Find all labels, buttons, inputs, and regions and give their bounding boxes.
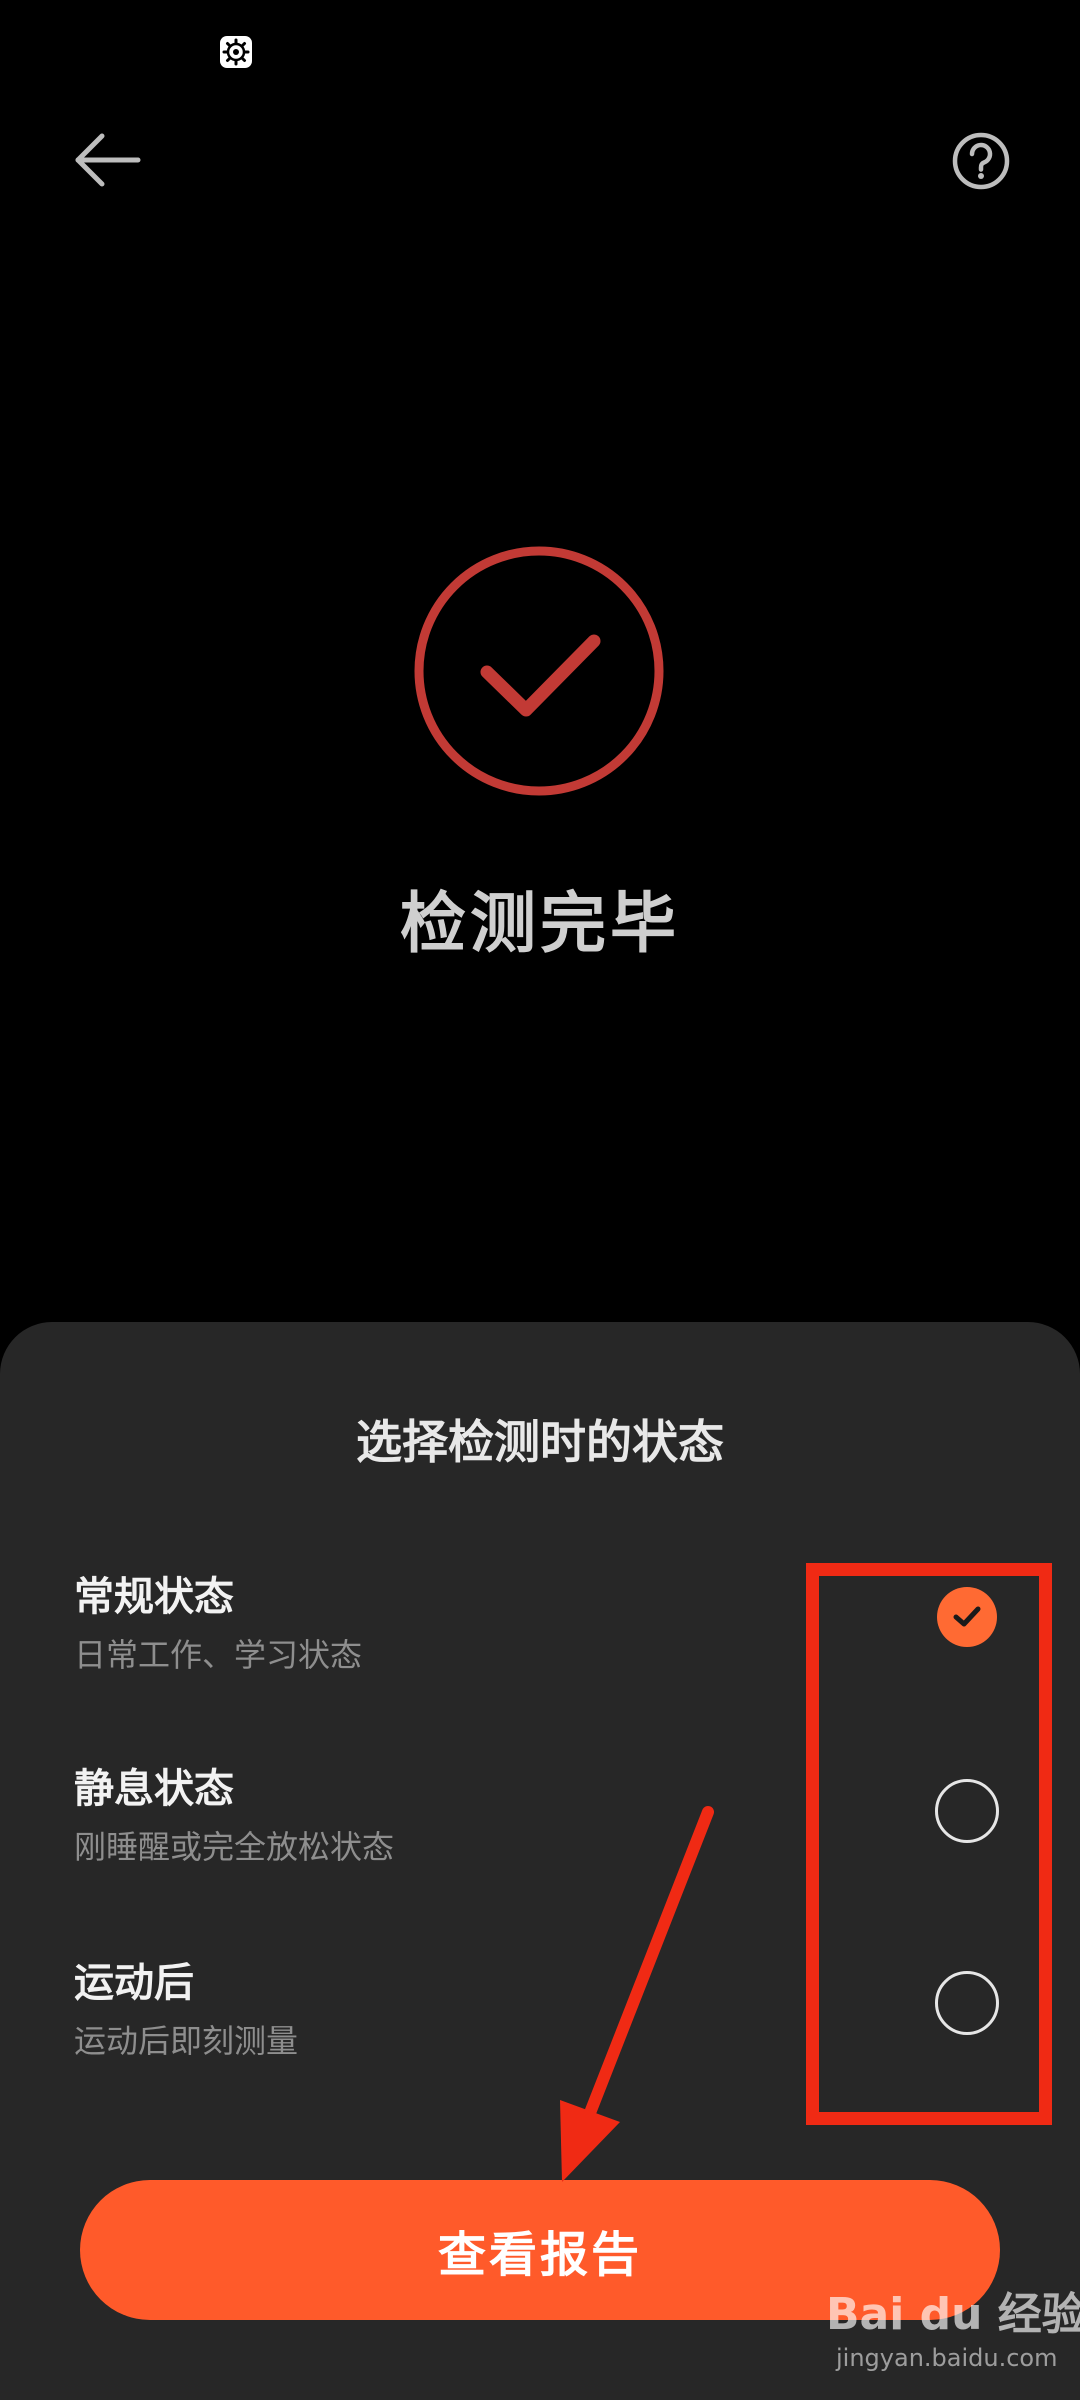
option-description: 运动后即刻测量 (74, 2022, 299, 2060)
baidu-jingyan-watermark: Bai du 经验 jingyan.baidu.com (826, 2278, 1080, 2388)
help-button[interactable] (950, 130, 1012, 192)
annotation-arrow-icon (540, 1800, 740, 2200)
option-description: 日常工作、学习状态 (74, 1636, 363, 1674)
back-button[interactable] (72, 128, 148, 192)
option-title: 常规状态 (74, 1574, 234, 1620)
back-arrow-icon (75, 133, 141, 187)
option-title: 静息状态 (74, 1766, 234, 1812)
result-title: 检测完毕 (400, 885, 680, 962)
option-title: 运动后 (74, 1960, 194, 2006)
option-description: 刚睡醒或完全放松状态 (74, 1828, 395, 1866)
watermark-brand: Bai du 经验 (826, 2289, 1080, 2340)
gear-icon (218, 34, 254, 70)
watermark-url: jingyan.baidu.com (836, 2344, 1058, 2372)
annotation-highlight-box (806, 1563, 1052, 2125)
help-icon (952, 132, 1010, 190)
sheet-title: 选择检测时的状态 (356, 1415, 724, 1469)
checkmark-circle-icon (410, 542, 668, 800)
